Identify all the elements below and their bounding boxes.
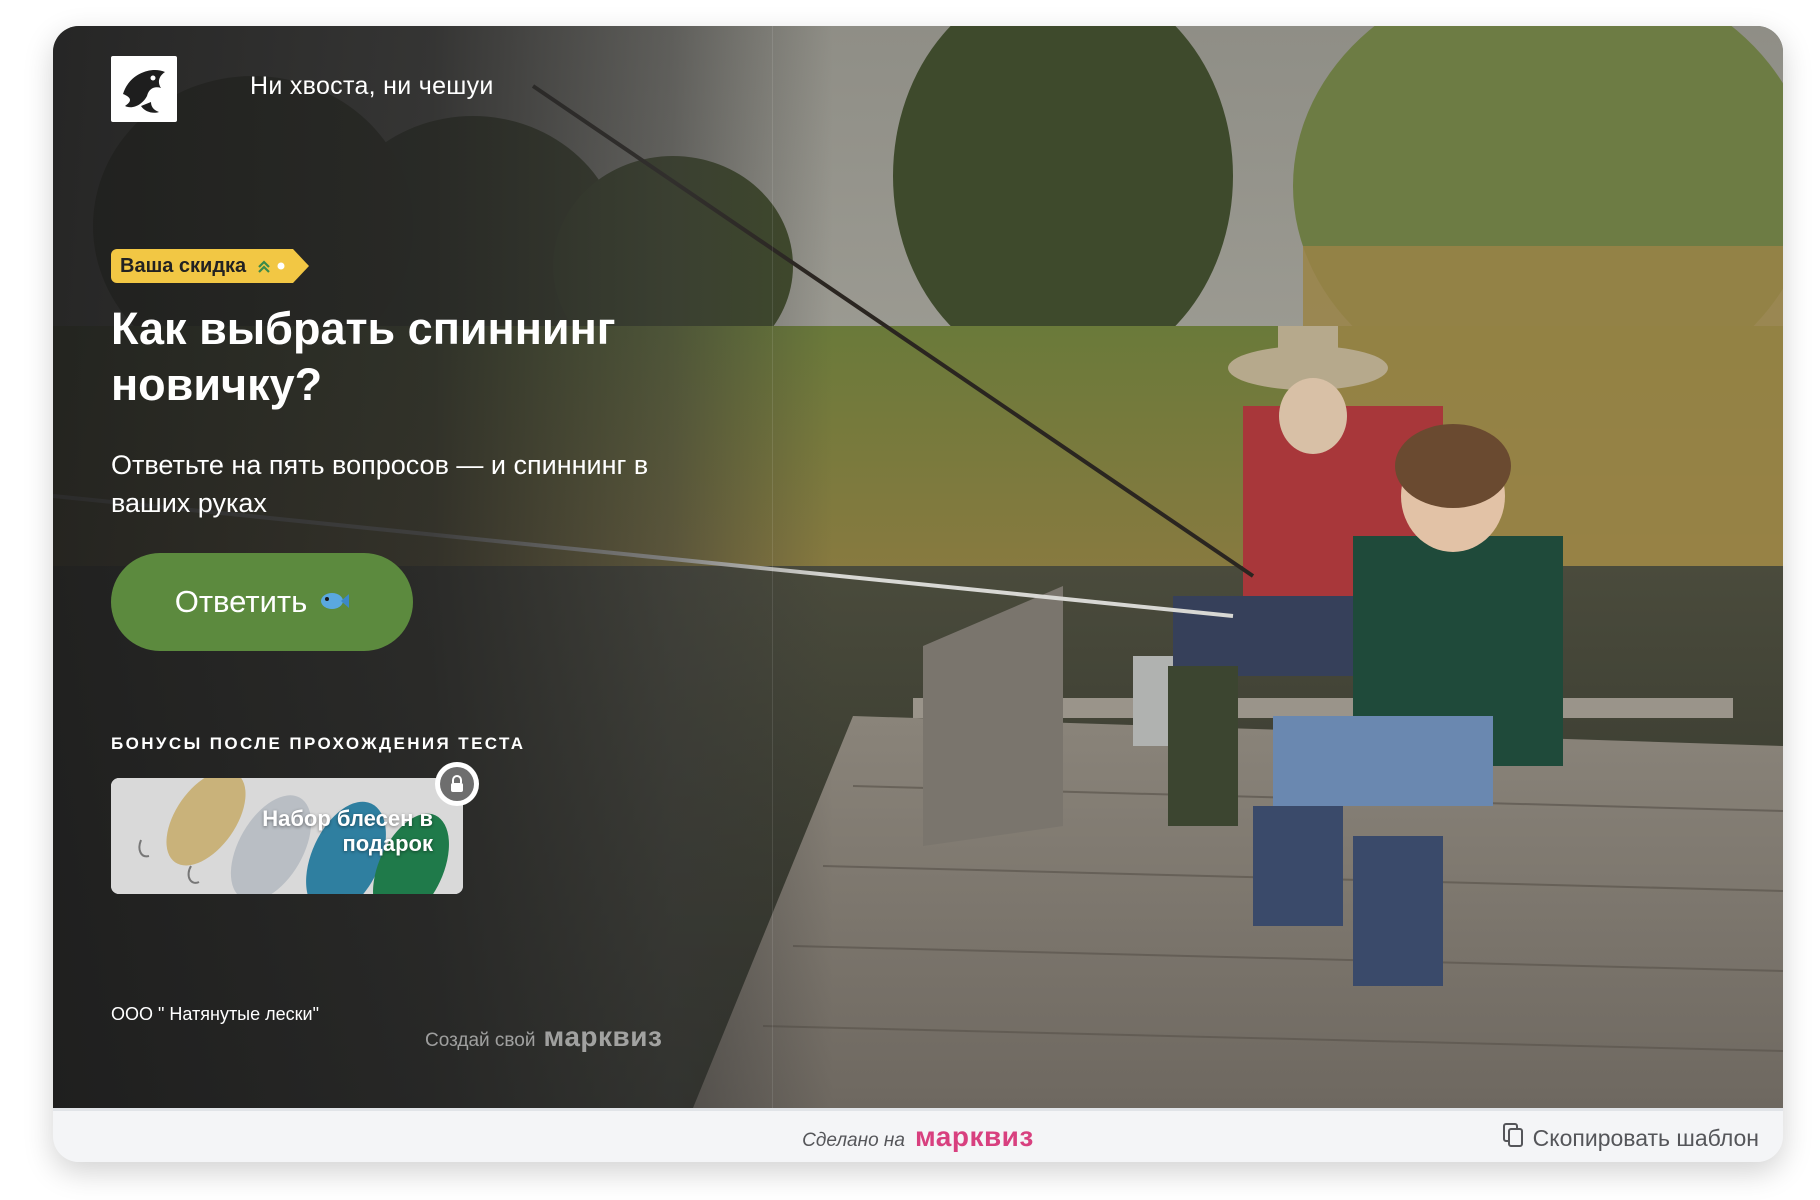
lock-icon <box>435 762 479 806</box>
powered-brand: марквиз <box>543 1021 663 1052</box>
discount-badge: Ваша скидка <box>111 249 310 283</box>
brand-name: Ни хвоста, ни чешуи <box>250 72 494 100</box>
powered-by-link[interactable]: Создай свой марквиз <box>425 1021 662 1053</box>
bonus-card[interactable]: Набор блесен в подарок <box>111 778 463 894</box>
copy-template-button[interactable]: Скопировать шаблон <box>1502 1123 1759 1153</box>
copy-template-label: Скопировать шаблон <box>1532 1124 1759 1151</box>
made-on-text: Сделано на <box>802 1130 905 1151</box>
page-subtitle: Ответьте на пять вопросов — и спиннинг в… <box>111 450 649 518</box>
fish-emoji-icon <box>319 584 350 620</box>
page-title: Как выбрать спиннинг новичку? <box>111 303 616 410</box>
answer-button[interactable]: Ответить <box>111 553 413 651</box>
bonus-item-label: Набор блесен в подарок <box>262 806 433 856</box>
powered-prefix: Создай свой <box>425 1030 536 1051</box>
discount-label: Ваша скидка <box>120 254 247 277</box>
answer-button-label: Ответить <box>174 584 308 619</box>
fish-logo-icon <box>111 56 177 122</box>
copy-icon <box>1502 1123 1523 1153</box>
footer-bar: Сделано на марквиз Скопировать шаблон <box>53 1108 1783 1162</box>
divider <box>772 26 773 1108</box>
made-on-brand: марквиз <box>914 1121 1034 1152</box>
hero-section: Ни хвоста, ни чешуи Ваша скидка Как выбр… <box>53 26 1783 1108</box>
company-name: ООО " Натянутые лески" <box>111 1004 319 1024</box>
bonus-section-title: БОНУСЫ ПОСЛЕ ПРОХОЖДЕНИЯ ТЕСТА <box>111 734 526 753</box>
quiz-card: Ни хвоста, ни чешуи Ваша скидка Как выбр… <box>53 26 1783 1162</box>
discount-up-icon <box>256 258 285 274</box>
